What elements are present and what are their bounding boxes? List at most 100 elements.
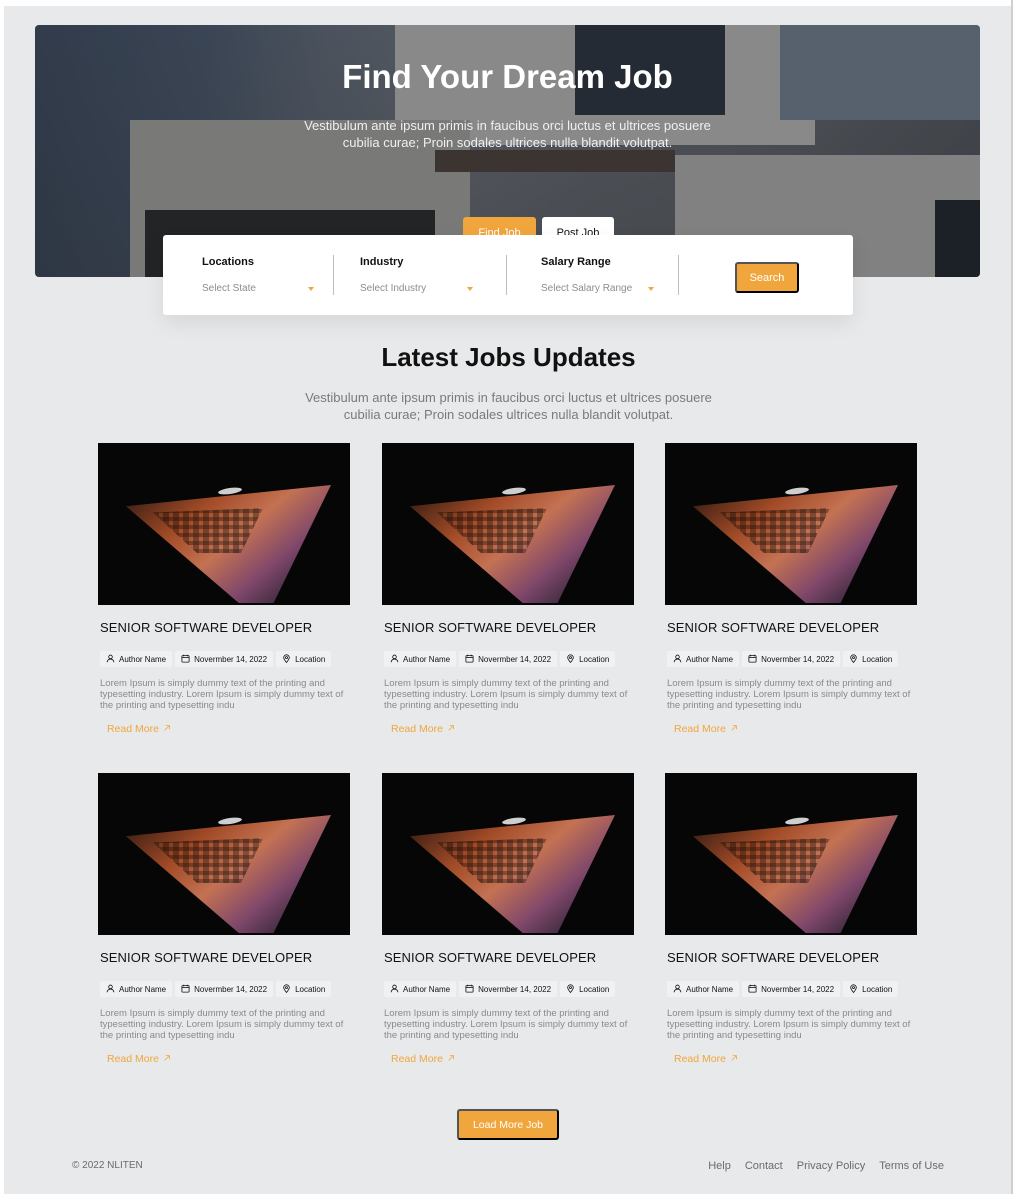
locations-value: Select State xyxy=(202,283,256,294)
job-description: Lorem Ipsum is simply dummy text of the … xyxy=(100,678,344,711)
read-more-link[interactable]: Read More xyxy=(674,723,738,735)
caret-down-icon xyxy=(467,287,473,291)
search-button[interactable]: Search xyxy=(735,262,799,293)
job-image[interactable] xyxy=(665,443,917,605)
job-location: Location xyxy=(862,654,893,664)
job-description: Lorem Ipsum is simply dummy text of the … xyxy=(384,678,628,711)
date-chip: Novermber 14, 2022 xyxy=(175,651,274,667)
job-image[interactable] xyxy=(382,773,634,935)
job-title[interactable]: SENIOR SOFTWARE DEVELOPER xyxy=(667,950,879,965)
location-chip: Location xyxy=(560,651,616,667)
locations-label: Locations xyxy=(202,256,254,268)
job-image[interactable] xyxy=(98,773,350,935)
user-icon xyxy=(390,984,399,995)
copyright: © 2022 NLITEN xyxy=(72,1160,143,1171)
job-location: Location xyxy=(862,984,893,994)
read-more-link[interactable]: Read More xyxy=(391,1053,455,1065)
read-more-label: Read More xyxy=(674,723,726,735)
author-name: Author Name xyxy=(686,654,734,664)
job-image[interactable] xyxy=(98,443,350,605)
author-chip: Author Name xyxy=(100,981,173,997)
date-chip: Novermber 14, 2022 xyxy=(459,651,558,667)
user-icon xyxy=(390,654,399,665)
job-card: SENIOR SOFTWARE DEVELOPER Author Name Nove… xyxy=(382,773,636,1078)
job-description: Lorem Ipsum is simply dummy text of the … xyxy=(667,1008,911,1041)
caret-down-icon xyxy=(648,287,654,291)
page: Find Your Dream Job Vestibulum ante ipsu… xyxy=(4,6,1013,1194)
post-date: Novermber 14, 2022 xyxy=(761,654,835,664)
location-chip: Location xyxy=(843,981,899,997)
footer-link-help[interactable]: Help xyxy=(708,1160,731,1172)
author-name: Author Name xyxy=(403,984,451,994)
calendar-icon xyxy=(181,984,190,995)
date-chip: Novermber 14, 2022 xyxy=(742,651,841,667)
author-chip: Author Name xyxy=(384,651,457,667)
post-date: Novermber 14, 2022 xyxy=(761,984,835,994)
read-more-label: Read More xyxy=(107,723,159,735)
job-meta: Author Name Novermber 14, 2022 Location xyxy=(667,651,899,667)
calendar-icon xyxy=(748,654,757,665)
divider xyxy=(678,255,679,295)
locations-select[interactable]: Locations Select State xyxy=(202,235,322,315)
job-description: Lorem Ipsum is simply dummy text of the … xyxy=(384,1008,628,1041)
job-meta: Author Name Novermber 14, 2022 Location xyxy=(384,651,616,667)
job-meta: Author Name Novermber 14, 2022 Location xyxy=(384,981,616,997)
read-more-link[interactable]: Read More xyxy=(391,723,455,735)
job-title[interactable]: SENIOR SOFTWARE DEVELOPER xyxy=(384,950,596,965)
footer-link-contact[interactable]: Contact xyxy=(745,1160,783,1172)
calendar-icon xyxy=(465,984,474,995)
job-card: SENIOR SOFTWARE DEVELOPER Author Name Nove… xyxy=(665,773,919,1078)
job-card: SENIOR SOFTWARE DEVELOPER Author Name Nove… xyxy=(98,443,352,748)
job-image[interactable] xyxy=(665,773,917,935)
apple-logo-icon xyxy=(501,816,527,826)
footer-link-terms-of-use[interactable]: Terms of Use xyxy=(879,1160,944,1172)
calendar-icon xyxy=(465,654,474,665)
divider xyxy=(506,255,507,295)
date-chip: Novermber 14, 2022 xyxy=(175,981,274,997)
apple-logo-icon xyxy=(784,816,810,826)
post-date: Novermber 14, 2022 xyxy=(478,654,552,664)
job-title[interactable]: SENIOR SOFTWARE DEVELOPER xyxy=(667,620,879,635)
job-title[interactable]: SENIOR SOFTWARE DEVELOPER xyxy=(384,620,596,635)
read-more-link[interactable]: Read More xyxy=(107,723,171,735)
post-date: Novermber 14, 2022 xyxy=(194,654,268,664)
search-panel: Locations Select State Industry Select I… xyxy=(163,235,853,315)
load-more-button[interactable]: Load More Job xyxy=(457,1109,559,1140)
job-title[interactable]: SENIOR SOFTWARE DEVELOPER xyxy=(100,620,312,635)
job-title[interactable]: SENIOR SOFTWARE DEVELOPER xyxy=(100,950,312,965)
author-name: Author Name xyxy=(686,984,734,994)
industry-select[interactable]: Industry Select Industry xyxy=(360,235,480,315)
job-location: Location xyxy=(295,984,326,994)
job-location: Location xyxy=(579,984,610,994)
job-description: Lorem Ipsum is simply dummy text of the … xyxy=(100,1008,344,1041)
job-meta: Author Name Novermber 14, 2022 Location xyxy=(100,651,332,667)
arrow-up-right-icon xyxy=(163,723,171,735)
author-name: Author Name xyxy=(119,984,167,994)
arrow-up-right-icon xyxy=(730,1053,738,1065)
job-card: SENIOR SOFTWARE DEVELOPER Author Name Nove… xyxy=(665,443,919,748)
caret-down-icon xyxy=(308,287,314,291)
read-more-link[interactable]: Read More xyxy=(107,1053,171,1065)
salary-range-label: Salary Range xyxy=(541,256,611,268)
apple-logo-icon xyxy=(784,486,810,496)
read-more-link[interactable]: Read More xyxy=(674,1053,738,1065)
job-meta: Author Name Novermber 14, 2022 Location xyxy=(667,981,899,997)
map-pin-icon xyxy=(282,983,291,995)
salary-range-select[interactable]: Salary Range Select Salary Range xyxy=(541,235,671,315)
arrow-up-right-icon xyxy=(447,723,455,735)
job-image[interactable] xyxy=(382,443,634,605)
arrow-up-right-icon xyxy=(730,723,738,735)
job-location: Location xyxy=(579,654,610,664)
user-icon xyxy=(106,654,115,665)
user-icon xyxy=(673,654,682,665)
hero-subtitle: Vestibulum ante ipsum primis in faucibus… xyxy=(304,118,711,150)
footer-link-privacy-policy[interactable]: Privacy Policy xyxy=(797,1160,865,1172)
map-pin-icon xyxy=(849,983,858,995)
read-more-label: Read More xyxy=(391,1053,443,1065)
read-more-label: Read More xyxy=(107,1053,159,1065)
read-more-label: Read More xyxy=(391,723,443,735)
footer-links: Help Contact Privacy Policy Terms of Use xyxy=(708,1160,944,1172)
calendar-icon xyxy=(181,654,190,665)
job-description: Lorem Ipsum is simply dummy text of the … xyxy=(667,678,911,711)
author-chip: Author Name xyxy=(667,651,740,667)
